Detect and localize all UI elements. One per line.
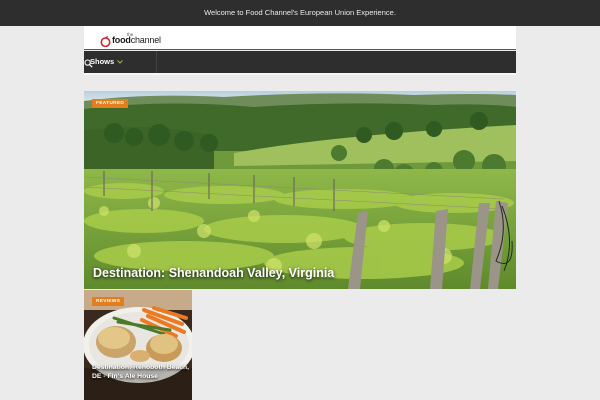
shows-menu[interactable]: Shows bbox=[90, 51, 124, 73]
nav-subbar bbox=[84, 73, 516, 75]
logo-the-text: the bbox=[127, 32, 134, 37]
logo-channel-text: channel bbox=[130, 35, 161, 45]
nav-divider bbox=[156, 51, 157, 73]
main-nav: Shows bbox=[84, 51, 516, 73]
site-header: the food channel bbox=[84, 26, 516, 50]
card-title[interactable]: Destination: Rehoboth Beach, DE - Fin's … bbox=[92, 364, 190, 381]
vineyard-image bbox=[84, 91, 516, 289]
reviews-badge[interactable]: REVIEWS bbox=[92, 297, 125, 306]
welcome-bar: Welcome to Food Channel's European Union… bbox=[0, 0, 600, 26]
shows-label: Shows bbox=[90, 57, 115, 66]
apple-logo-icon bbox=[100, 34, 111, 48]
food-channel-logo[interactable]: the food channel bbox=[100, 32, 161, 48]
featured-badge[interactable]: FEATURED bbox=[92, 99, 129, 108]
welcome-message: Welcome to Food Channel's European Union… bbox=[204, 8, 396, 17]
food-image bbox=[84, 290, 192, 400]
featured-article[interactable]: FEATURED Destination: Shenandoah Valley,… bbox=[84, 91, 516, 289]
featured-title[interactable]: Destination: Shenandoah Valley, Virginia bbox=[93, 266, 334, 280]
article-card[interactable]: REVIEWS Destination: Rehoboth Beach, DE … bbox=[84, 290, 192, 400]
chevron-down-icon bbox=[117, 51, 124, 73]
